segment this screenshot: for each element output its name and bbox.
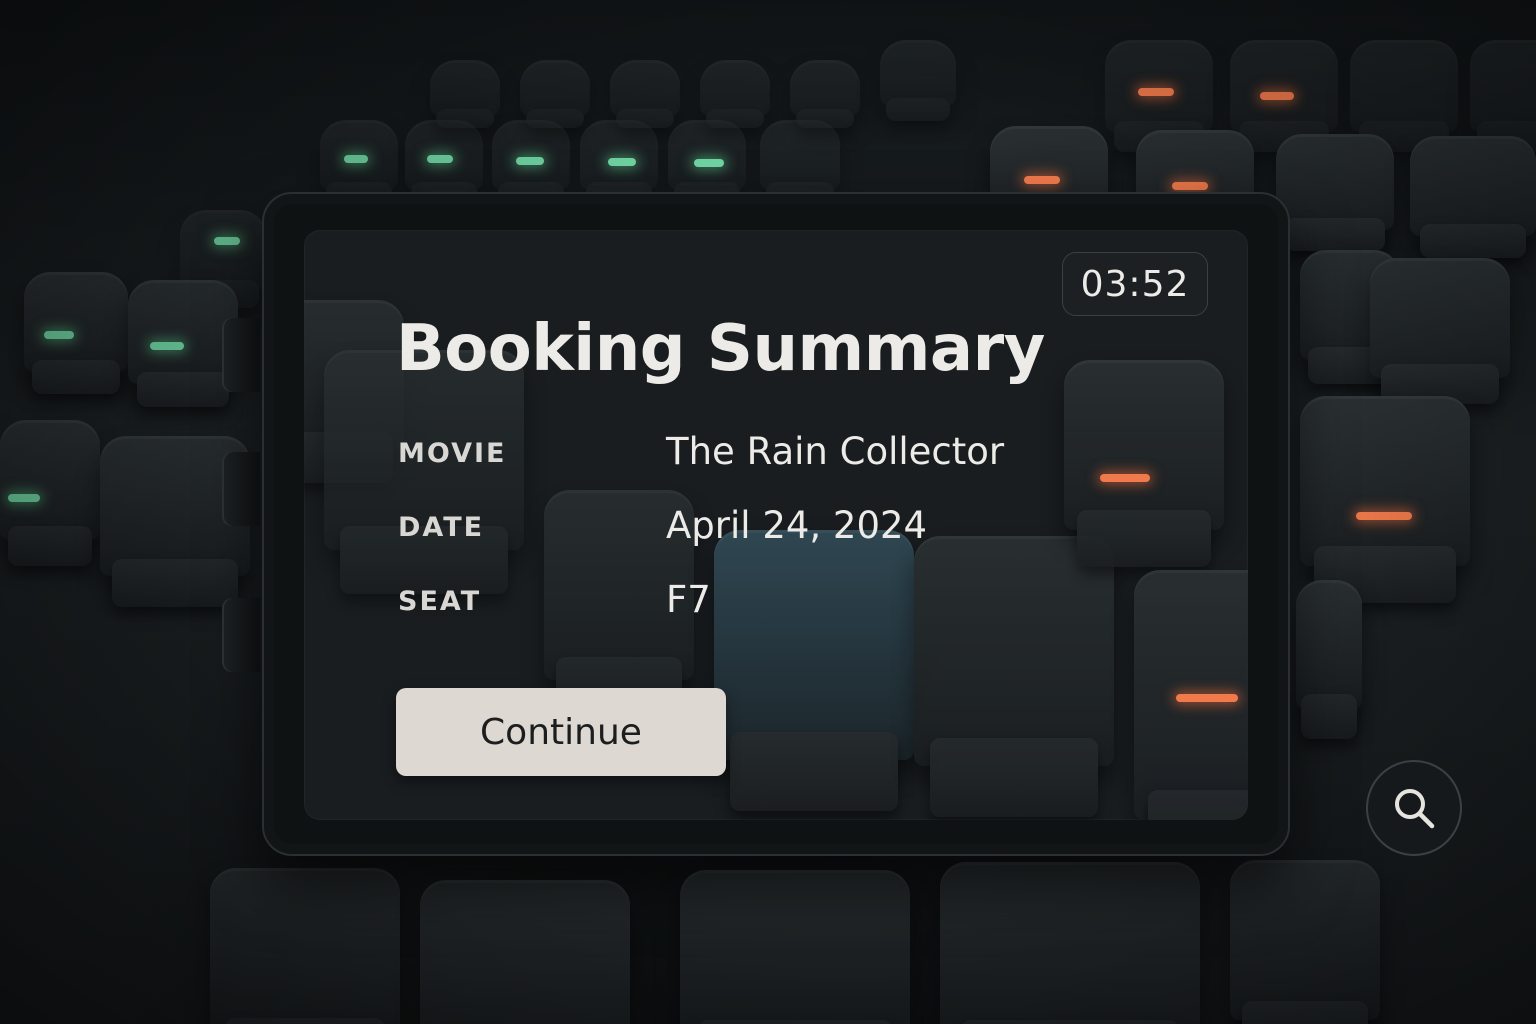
occupied-seat-light <box>1024 176 1060 184</box>
occupied-seat-light <box>1356 512 1412 520</box>
selected-seat <box>714 530 914 811</box>
theatre-seat <box>1370 258 1510 405</box>
date-label: DATE <box>398 512 485 543</box>
session-timer: 03:52 <box>1062 252 1208 316</box>
theatre-seat <box>1105 40 1213 153</box>
seat-value: F7 <box>666 578 711 621</box>
search-icon <box>1395 789 1435 829</box>
theatre-seat <box>1350 40 1458 153</box>
theatre-seat <box>1410 136 1536 258</box>
available-seat-light <box>344 155 368 163</box>
theatre-seat <box>580 120 658 206</box>
occupied-seat-light <box>1260 92 1294 100</box>
theatre-seat <box>610 60 680 129</box>
available-seat-light <box>214 237 240 245</box>
date-value: April 24, 2024 <box>666 504 928 547</box>
available-seat-light <box>8 494 40 502</box>
page-title: Booking Summary <box>396 312 1045 386</box>
theatre-seat <box>1230 40 1338 153</box>
movie-value: The Rain Collector <box>666 430 1005 473</box>
available-seat-light <box>44 331 74 339</box>
theatre-seat <box>1276 134 1394 252</box>
theatre-seat <box>880 40 956 121</box>
theatre-seat <box>668 120 746 206</box>
theatre-seat <box>680 870 910 1024</box>
theatre-seat <box>520 60 590 129</box>
continue-button[interactable]: Continue <box>396 688 726 776</box>
theatre-seat <box>700 60 770 129</box>
theatre-background: 03:52 Booking Summary MOVIE The Rain Col… <box>0 0 1536 1024</box>
kiosk-side-knob <box>224 452 260 526</box>
available-seat-light <box>427 155 453 163</box>
theatre-seat <box>420 880 630 1024</box>
theatre-seat <box>1230 860 1380 1024</box>
theatre-seat <box>430 60 500 129</box>
theatre-seat <box>210 868 400 1024</box>
theatre-seat <box>1300 396 1470 604</box>
seat-label: SEAT <box>398 586 482 617</box>
theatre-seat <box>180 210 266 308</box>
available-seat-light <box>608 158 636 166</box>
theatre-seat <box>128 280 238 407</box>
available-seat-light <box>150 342 184 350</box>
booking-summary-screen: 03:52 Booking Summary MOVIE The Rain Col… <box>304 230 1248 820</box>
theatre-seat <box>492 120 570 206</box>
occupied-seat-light <box>1100 474 1150 482</box>
search-button[interactable] <box>1366 760 1462 856</box>
kiosk-side-knob <box>224 598 260 672</box>
movie-label: MOVIE <box>398 438 507 469</box>
theatre-seat <box>24 272 128 394</box>
occupied-seat-light <box>1176 694 1238 702</box>
theatre-seat <box>940 862 1200 1024</box>
occupied-seat-light <box>1138 88 1174 96</box>
theatre-seat <box>1064 360 1224 568</box>
theatre-seat <box>0 420 100 567</box>
theatre-seat <box>1470 40 1536 153</box>
kiosk-side-knob <box>224 318 260 392</box>
theatre-seat <box>1296 580 1362 739</box>
theatre-seat <box>914 536 1114 817</box>
kiosk-screen-frame: 03:52 Booking Summary MOVIE The Rain Col… <box>224 192 1290 856</box>
available-seat-light <box>516 157 544 165</box>
occupied-seat-light <box>1172 182 1208 190</box>
theatre-seat <box>790 60 860 129</box>
available-seat-light <box>694 159 724 167</box>
theatre-seat <box>760 120 840 206</box>
